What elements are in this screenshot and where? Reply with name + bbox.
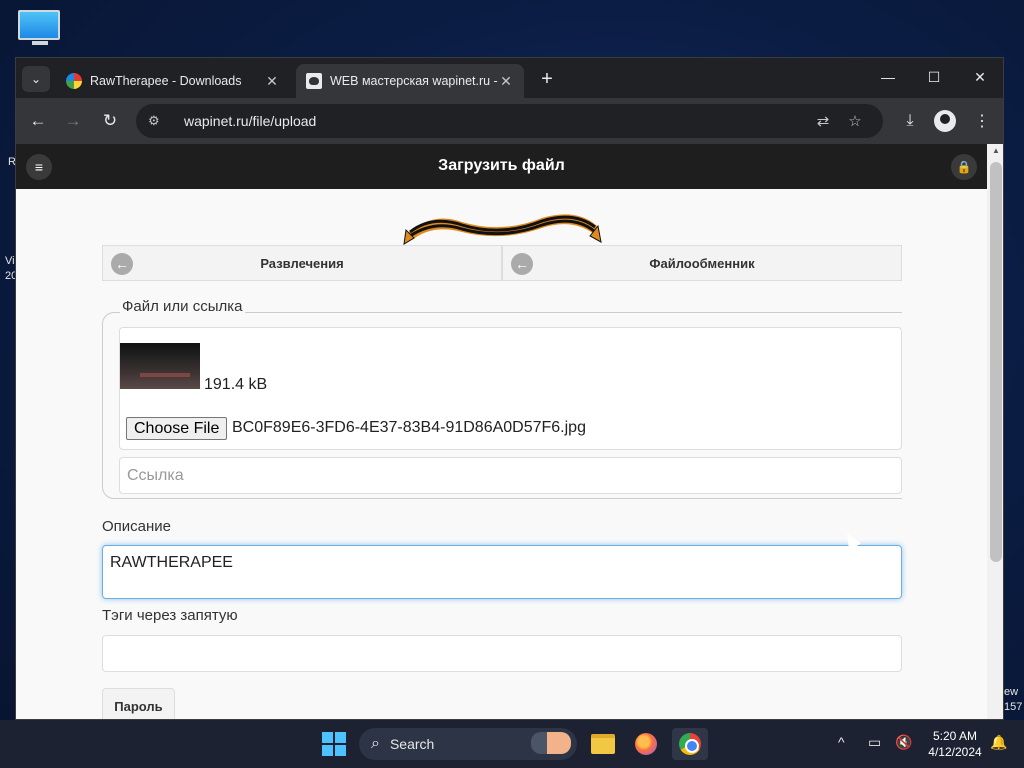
chrome-icon (679, 733, 701, 755)
page-header: ≡ Загрузить файл 🔒 (16, 144, 987, 189)
tab-title: RawTherapee - Downloads (90, 74, 242, 88)
password-button[interactable]: Пароль (102, 688, 175, 719)
file-explorer-taskbar-button[interactable] (585, 728, 621, 760)
chevron-up-icon[interactable]: ^ (838, 734, 845, 750)
clock-time: 5:20 AM (932, 729, 978, 743)
desktop-edge-text: 157 (1004, 701, 1023, 713)
reload-icon[interactable]: ↻ (96, 107, 124, 135)
scroll-up-arrow-icon[interactable]: ▲ (987, 146, 1003, 160)
scrollbar-thumb[interactable] (990, 162, 1002, 562)
folder-icon (591, 734, 615, 754)
close-window-icon[interactable]: ✕ (957, 58, 1003, 96)
arrow-left-icon: ← (511, 253, 533, 275)
chosen-file-name: BC0F89E6-3FD6-4E37-83B4-91D86A0D57F6.jpg (232, 419, 586, 436)
breadcrumb-file-exchange[interactable]: ← Файлообменник (502, 245, 902, 281)
st-george-ribbon-logo (403, 214, 602, 245)
page-scrollbar[interactable]: ▲ (987, 144, 1003, 719)
translate-icon[interactable]: ⇄ (807, 112, 839, 130)
taskbar: ⌕ Search ^ ▭ 🔇 5:20 AM 4/12/2024 🔔 (0, 720, 1024, 768)
search-icon: ⌕ (371, 735, 380, 752)
back-arrow-icon[interactable]: ← (24, 107, 52, 135)
tags-label: Тэги через запятую (102, 607, 238, 624)
description-label: Описание (102, 518, 172, 535)
page-viewport: ≡ Загрузить файл 🔒 ← Развлечения ← Файло… (16, 144, 987, 719)
bookmark-star-icon[interactable]: ☆ (839, 112, 871, 130)
windows-start-icon[interactable] (322, 732, 346, 756)
wapinet-favicon-icon (306, 73, 322, 89)
file-thumbnail (120, 343, 200, 389)
browser-toolbar: ← → ↻ ⚙ wapinet.ru/file/upload ⇄ ☆ ⤓ ⋮ (16, 98, 1003, 144)
tab-search-button[interactable]: ⌄ (22, 66, 50, 92)
new-tab-plus-icon[interactable]: + (534, 66, 560, 92)
choose-file-button[interactable]: Choose File (126, 417, 228, 440)
browser-window: ⌄ RawTherapee - Downloads ✕ WEB мастерск… (15, 57, 1004, 720)
taskbar-search[interactable]: ⌕ Search (359, 728, 577, 760)
description-textarea[interactable]: RAWTHERAPEE (102, 545, 902, 599)
chrome-taskbar-button[interactable] (672, 728, 708, 760)
address-bar[interactable]: ⚙ wapinet.ru/file/upload ⇄ ☆ (136, 104, 883, 138)
site-info-icon[interactable]: ⚙ (148, 113, 172, 129)
url-text[interactable]: wapinet.ru/file/upload (184, 113, 807, 129)
tags-input[interactable] (102, 635, 902, 672)
minimize-icon[interactable]: — (865, 58, 911, 96)
link-input[interactable] (119, 457, 902, 494)
avatar-icon (934, 110, 956, 132)
breadcrumb: ← Развлечения ← Файлообменник (102, 245, 902, 281)
rawtherapee-favicon-icon (66, 73, 82, 89)
file-size: 191.4 kB (204, 376, 268, 393)
tab-strip: ⌄ RawTherapee - Downloads ✕ WEB мастерск… (16, 58, 1003, 98)
lock-icon[interactable]: 🔒 (951, 154, 977, 180)
close-icon[interactable]: ✕ (498, 73, 514, 90)
search-highlight-image (531, 732, 571, 754)
profile-button[interactable] (931, 107, 959, 135)
network-icon[interactable]: ▭ (868, 734, 881, 751)
arrow-left-icon: ← (111, 253, 133, 275)
breadcrumb-label: Файлообменник (649, 255, 755, 271)
file-or-link-legend: Файл или ссылка (120, 298, 245, 315)
desktop-edge-text: ew (1004, 686, 1019, 698)
page-title: Загрузить файл (438, 157, 565, 174)
search-label: Search (389, 736, 435, 752)
clock-date: 4/12/2024 (928, 745, 982, 759)
forward-arrow-icon[interactable]: → (59, 107, 87, 135)
firefox-taskbar-button[interactable] (628, 728, 664, 760)
maximize-icon[interactable]: ☐ (911, 58, 957, 96)
notification-bell-icon[interactable]: 🔔 (990, 734, 1007, 751)
this-pc-desktop-icon[interactable] (18, 10, 62, 50)
download-icon[interactable]: ⤓ (896, 107, 924, 135)
tab-title: WEB мастерская wapinet.ru - З (330, 74, 498, 88)
close-icon[interactable]: ✕ (264, 73, 280, 90)
desktop-edge-text: Vi (5, 255, 15, 267)
kebab-menu-icon[interactable]: ⋮ (968, 107, 996, 135)
breadcrumb-label: Развлечения (260, 255, 344, 271)
tab-wapinet[interactable]: WEB мастерская wapinet.ru - З ✕ (296, 64, 524, 98)
volume-muted-icon[interactable]: 🔇 (895, 734, 912, 751)
firefox-icon (635, 733, 657, 755)
tab-rawtherapee[interactable]: RawTherapee - Downloads ✕ (56, 64, 290, 98)
clock[interactable]: 5:20 AM 4/12/2024 (920, 728, 990, 760)
breadcrumb-entertainment[interactable]: ← Развлечения (102, 245, 502, 281)
